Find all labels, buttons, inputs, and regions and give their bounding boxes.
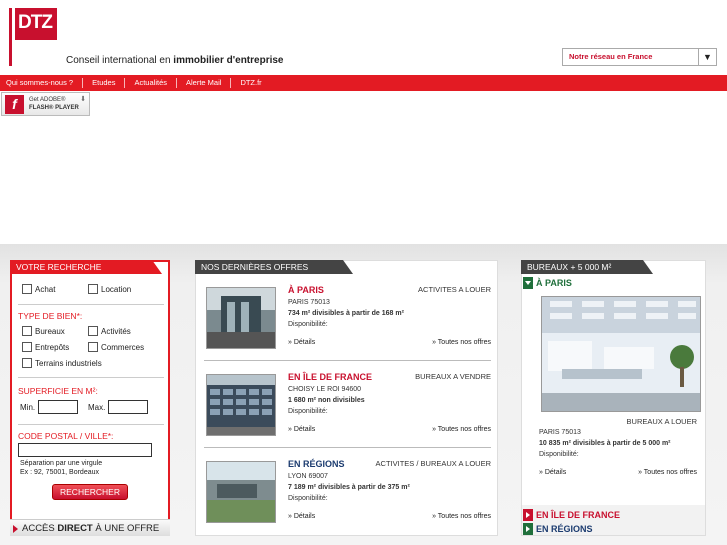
all-offers-link[interactable]: » Toutes nos offres (432, 426, 491, 433)
offer-location: EN ÎLE DE FRANCE (288, 372, 373, 382)
offer-surface: 734 m² divisibles à partir de 168 m² (288, 310, 404, 317)
bureaux-checkbox[interactable] (22, 326, 32, 336)
nav-item-qui-sommes-nous[interactable]: Qui sommes-nous ? (6, 78, 84, 88)
rechercher-button[interactable]: RECHERCHER (52, 484, 128, 500)
nav-item-actualites[interactable]: Actualités (125, 78, 177, 88)
superficie-label: SUPERFICIE EN M²: (18, 386, 98, 396)
offer-photo[interactable] (206, 374, 276, 436)
code-postal-label: CODE POSTAL / VILLE*: (18, 431, 114, 441)
bureaux-5000-panel: BUREAUX + 5 000 M² À PARIS BUREAUX A LOU… (521, 260, 706, 536)
tagline: Conseil international en immobilier d'en… (66, 55, 284, 66)
bureaux-type: BUREAUX A LOUER (626, 417, 697, 426)
logo-text: DTZ (15, 8, 57, 40)
all-offers-link[interactable]: » Toutes nos offres (432, 513, 491, 520)
latest-offers-panel: NOS DERNIÈRES OFFRES À PARIS ACTIVITES A… (195, 260, 498, 536)
offer-location: À PARIS (288, 285, 324, 295)
network-select[interactable]: Notre réseau en France ▼ (562, 48, 717, 66)
achat-checkbox[interactable] (22, 284, 32, 294)
nav-item-alerte-mail[interactable]: Alerte Mail (177, 78, 232, 88)
tab-regions[interactable]: EN RÉGIONS (536, 524, 593, 534)
download-arrow-icon: ⬇ (80, 96, 86, 103)
offer-photo[interactable] (206, 461, 276, 523)
bureaux-surface: 10 835 m² divisibles à partir de 5 000 m… (539, 440, 671, 447)
bureaux-details-link[interactable]: » Détails (539, 469, 566, 476)
offer-item: À PARIS ACTIVITES A LOUER PARIS 75013 73… (204, 275, 491, 361)
network-select-label: Notre réseau en France (569, 52, 653, 61)
activites-checkbox[interactable] (88, 326, 98, 336)
offer-availability: Disponibilité: (288, 408, 328, 415)
bureaux-all-offers-link[interactable]: » Toutes nos offres (638, 469, 697, 476)
offer-details-link[interactable]: » Détails (288, 339, 315, 346)
latest-offers-title: NOS DERNIÈRES OFFRES (195, 260, 353, 274)
commerces-checkbox[interactable] (88, 342, 98, 352)
search-panel: VOTRE RECHERCHE Achat Location TYPE DE B… (10, 260, 170, 536)
offer-city: CHOISY LE ROI 94600 (288, 386, 362, 393)
bureaux-availability: Disponibilité: (539, 451, 579, 458)
arrow-right-icon (13, 525, 18, 533)
code-postal-input[interactable] (18, 443, 152, 457)
arrow-right-icon[interactable] (523, 509, 533, 521)
offer-details-link[interactable]: » Détails (288, 426, 315, 433)
offer-location: EN RÉGIONS (288, 459, 345, 469)
all-offers-link[interactable]: » Toutes nos offres (432, 339, 491, 346)
bureaux-panel-title: BUREAUX + 5 000 M² (521, 260, 653, 274)
offer-city: LYON 69007 (288, 473, 328, 480)
offer-availability: Disponibilité: (288, 321, 328, 328)
arrow-right-icon[interactable] (523, 523, 533, 535)
min-surface-input[interactable] (38, 400, 78, 414)
offer-city: PARIS 75013 (288, 299, 330, 306)
entrepots-checkbox[interactable] (22, 342, 32, 352)
tab-ile-de-france[interactable]: EN ÎLE DE FRANCE (536, 510, 620, 520)
offer-item: EN RÉGIONS ACTIVITES / BUREAUX A LOUER L… (204, 449, 491, 535)
flash-icon: f (5, 95, 24, 114)
offer-surface: 1 680 m² non divisibles (288, 397, 365, 404)
bureaux-photo[interactable] (541, 296, 701, 412)
max-surface-input[interactable] (108, 400, 148, 414)
search-panel-title: VOTRE RECHERCHE (10, 260, 162, 274)
offer-surface: 7 189 m² divisibles à partir de 375 m² (288, 484, 410, 491)
chevron-down-icon[interactable] (523, 277, 533, 289)
dropdown-arrow-icon[interactable]: ▼ (698, 49, 716, 65)
tab-paris[interactable]: À PARIS (536, 278, 572, 288)
nav-item-dtz-fr[interactable]: DTZ.fr (231, 78, 270, 88)
bureaux-city: PARIS 75013 (539, 429, 581, 436)
acces-direct-offre-link[interactable]: ACCÈS DIRECT À UNE OFFRE (10, 519, 170, 536)
type-de-bien-label: TYPE DE BIEN*: (18, 311, 83, 321)
get-flash-player-badge[interactable]: f Get ADOBE® FLASH® PLAYER ⬇ (1, 92, 90, 116)
offer-item: EN ÎLE DE FRANCE BUREAUX A VENDRE CHOISY… (204, 362, 491, 448)
offer-type: ACTIVITES / BUREAUX A LOUER (375, 459, 491, 468)
dtz-logo[interactable]: DTZ (9, 8, 57, 66)
offer-type: ACTIVITES A LOUER (418, 285, 491, 294)
terrains-checkbox[interactable] (22, 358, 32, 368)
offer-photo[interactable] (206, 287, 276, 349)
offer-details-link[interactable]: » Détails (288, 513, 315, 520)
main-nav: Qui sommes-nous ? Etudes Actualités Aler… (0, 75, 727, 91)
location-checkbox[interactable] (88, 284, 98, 294)
offer-availability: Disponibilité: (288, 495, 328, 502)
offer-type: BUREAUX A VENDRE (415, 372, 491, 381)
nav-item-etudes[interactable]: Etudes (83, 78, 126, 88)
